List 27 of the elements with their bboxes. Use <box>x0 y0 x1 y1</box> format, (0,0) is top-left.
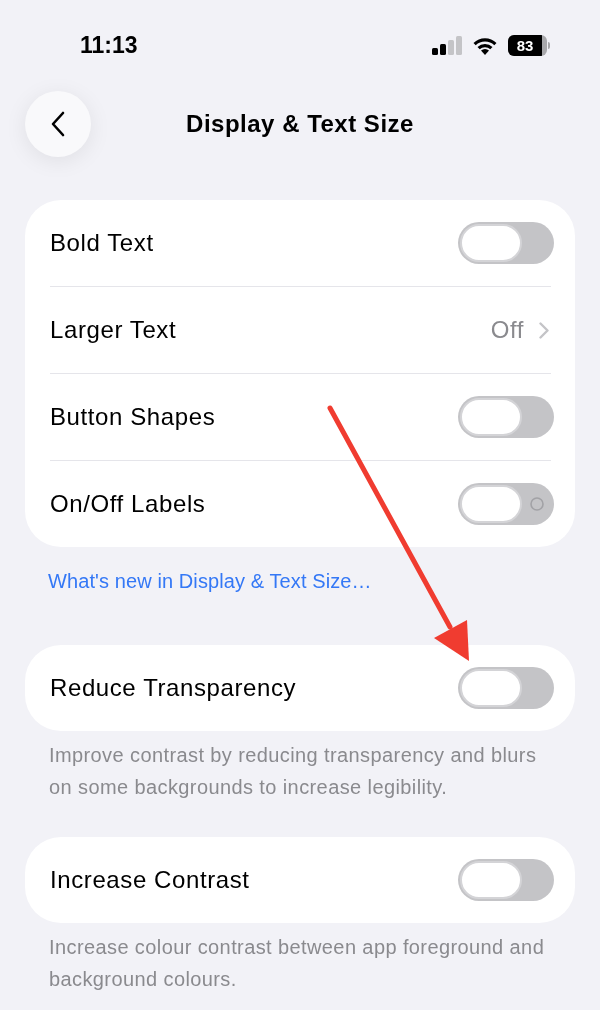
whats-new-link[interactable]: What's new in Display & Text Size… <box>48 569 372 593</box>
setting-label: Reduce Transparency <box>50 673 297 703</box>
toggle-switch[interactable] <box>458 667 554 709</box>
setting-label: Button Shapes <box>50 402 216 432</box>
toggle-switch[interactable] <box>458 859 554 901</box>
signal-icon <box>432 35 462 55</box>
setting-label: Increase Contrast <box>50 865 250 895</box>
back-chevron-icon <box>51 111 65 137</box>
toggle-knob <box>460 861 522 899</box>
toggle-switch[interactable] <box>458 396 554 438</box>
setting-label[interactable]: Larger Text <box>50 315 177 345</box>
wifi-icon <box>472 35 498 55</box>
toggle-knob <box>460 669 522 707</box>
status-time: 11:13 <box>80 30 138 60</box>
toggle-switch[interactable] <box>458 222 554 264</box>
section-footer-text: Improve contrast by reducing transparency and blurs on some backgrounds to increase legibility. <box>49 743 538 800</box>
setting-label: Bold Text <box>50 228 154 258</box>
setting-label: On/Off Labels <box>50 489 206 519</box>
battery-percentage: 83 <box>516 37 534 53</box>
toggle-knob <box>460 398 522 436</box>
toggle-knob <box>460 485 522 523</box>
toggle-switch[interactable] <box>458 483 554 525</box>
section-footer-text: Increase colour contrast between app foreground and background colours. <box>49 935 546 992</box>
page-title: Display & Text Size <box>185 109 415 139</box>
setting-value: Off <box>490 315 524 345</box>
chevron-icon <box>539 321 549 339</box>
toggle-knob <box>460 224 522 262</box>
